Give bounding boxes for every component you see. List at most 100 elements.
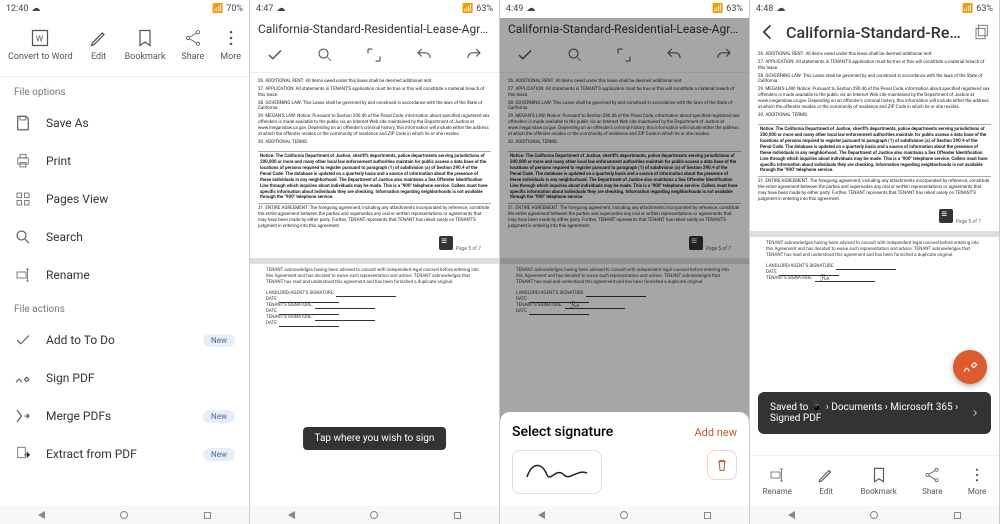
share-icon — [923, 466, 941, 484]
document-title: California-Standard-Resi… — [786, 23, 965, 42]
more-button[interactable]: More — [220, 28, 241, 62]
home-button[interactable] — [870, 511, 878, 519]
document-title: California-Standard-Residential-Lease-Ag… — [500, 18, 749, 40]
saved-snackbar[interactable]: Saved to 📱 › Documents › Microsoft 365 ›… — [758, 392, 991, 434]
screen-saved-confirmation: 4:48☁ 📶63% California-Standard-Resi… 26.… — [750, 0, 1000, 524]
screen-select-signature: 4:49☁ 📶63% California-Standard-Residenti… — [500, 0, 750, 524]
convert-to-word-button[interactable]: W Convert to Word — [8, 28, 73, 62]
reader-toolbar — [250, 40, 499, 73]
more-button[interactable]: More — [968, 466, 986, 496]
android-navbar — [250, 506, 499, 524]
recents-button[interactable] — [954, 512, 961, 519]
save-as-row[interactable]: Save As — [0, 104, 249, 142]
rename-icon — [14, 266, 32, 284]
share-button[interactable]: Share — [922, 466, 942, 496]
back-button[interactable] — [38, 511, 45, 519]
status-time: 12:40 — [6, 4, 28, 14]
page-note-icon[interactable] — [439, 236, 453, 250]
home-button[interactable] — [620, 511, 628, 519]
signature-option[interactable] — [512, 450, 602, 494]
rename-row[interactable]: Rename — [0, 256, 249, 294]
new-badge: New — [203, 448, 235, 461]
signature-fab-icon — [961, 358, 979, 376]
bottom-toolbar: Rename Edit Bookmark Share More — [750, 455, 999, 506]
search-icon — [14, 228, 32, 246]
sign-fab[interactable] — [953, 350, 987, 384]
share-button[interactable]: Share — [181, 28, 204, 62]
back-button[interactable] — [288, 511, 295, 519]
copy-icon[interactable] — [973, 23, 991, 41]
clause-28: 28. GOVERNING LAW: This Lease shall be g… — [258, 101, 491, 113]
page-note-icon[interactable] — [939, 209, 953, 223]
extract-pdf-row[interactable]: Extract from PDF New — [0, 435, 249, 473]
pencil-icon — [817, 466, 835, 484]
recents-button[interactable] — [204, 512, 211, 519]
notice-block: Notice: The California Department of Jus… — [258, 151, 491, 204]
add-todo-row[interactable]: Add to To Do New — [0, 321, 249, 359]
clause-27: 27. APPLICATION: All statements in TENAN… — [258, 87, 491, 99]
trash-icon — [714, 457, 730, 473]
back-button[interactable] — [788, 511, 795, 519]
sign-toast: Tap where you wish to sign — [303, 427, 447, 450]
android-navbar — [0, 506, 249, 524]
new-badge: New — [203, 410, 235, 423]
share-icon — [183, 28, 203, 48]
pencil-icon — [89, 28, 109, 48]
search-icon[interactable] — [316, 46, 334, 64]
screen-document-sign-prompt: 4:47☁ 📶63% California-Standard-Residenti… — [250, 0, 500, 524]
delete-signature-button[interactable] — [707, 450, 737, 480]
screen-file-menu: 12:40☁ 📶70% W Convert to Word Edit Bookm… — [0, 0, 250, 524]
check-icon[interactable] — [516, 46, 534, 64]
back-arrow-icon[interactable] — [758, 22, 778, 42]
edit-button[interactable]: Edit — [89, 28, 109, 62]
recents-button[interactable] — [704, 512, 711, 519]
add-new-signature[interactable]: Add new — [695, 426, 738, 439]
signature-block: TENANT acknowledges having been advised … — [258, 266, 491, 328]
chevron-right-icon — [971, 408, 979, 418]
expand-icon[interactable] — [615, 46, 633, 64]
pages-view-row[interactable]: Pages View — [0, 180, 249, 218]
bookmark-button[interactable]: Bookmark — [125, 28, 166, 62]
extract-icon — [14, 445, 32, 463]
bookmark-icon — [870, 466, 888, 484]
clause-26: 26. ADDITIONAL RENT: All items owed unde… — [258, 79, 491, 85]
grid-icon — [14, 190, 32, 208]
home-button[interactable] — [120, 511, 128, 519]
check-icon[interactable] — [266, 46, 284, 64]
clause-31: 31. ENTIRE AGREEMENT: The foregoing agre… — [258, 206, 491, 229]
status-bar: 4:48☁ 📶63% — [750, 0, 999, 18]
save-icon — [14, 114, 32, 132]
word-icon: W — [30, 28, 50, 48]
merge-pdfs-row[interactable]: Merge PDFs New — [0, 397, 249, 435]
edit-button[interactable]: Edit — [817, 466, 835, 496]
redo-icon[interactable] — [715, 46, 733, 64]
recents-button[interactable] — [454, 512, 461, 519]
more-icon — [221, 28, 241, 48]
rename-icon — [768, 466, 786, 484]
document-header: California-Standard-Resi… — [750, 18, 999, 46]
merge-icon — [14, 407, 32, 425]
clause-30: 30. ADDITIONAL TERMS: — [258, 140, 491, 146]
sheet-title: Select signature — [512, 424, 613, 440]
android-navbar — [500, 506, 749, 524]
print-row[interactable]: Print — [0, 142, 249, 180]
redo-icon[interactable] — [465, 46, 483, 64]
sign-pdf-row[interactable]: Sign PDF — [0, 359, 249, 397]
bookmark-button[interactable]: Bookmark — [861, 466, 897, 496]
rename-button[interactable]: Rename — [763, 466, 792, 496]
search-icon[interactable] — [566, 46, 584, 64]
clause-29: 29. MEGAN'S LAW: Notice: Pursuant to Sec… — [258, 114, 491, 137]
status-bar: 4:47☁ 📶63% — [250, 0, 499, 18]
search-row[interactable]: Search — [0, 218, 249, 256]
more-icon — [968, 466, 986, 484]
print-icon — [14, 152, 32, 170]
undo-icon[interactable] — [665, 46, 683, 64]
status-bar: 12:40☁ 📶70% — [0, 0, 249, 18]
undo-icon[interactable] — [415, 46, 433, 64]
expand-icon[interactable] — [365, 46, 383, 64]
page-note-icon[interactable] — [689, 236, 703, 250]
signature-icon — [14, 369, 32, 387]
home-button[interactable] — [370, 511, 378, 519]
document-title: California-Standard-Residential-Lease-Ag… — [250, 18, 499, 40]
back-button[interactable] — [538, 511, 545, 519]
